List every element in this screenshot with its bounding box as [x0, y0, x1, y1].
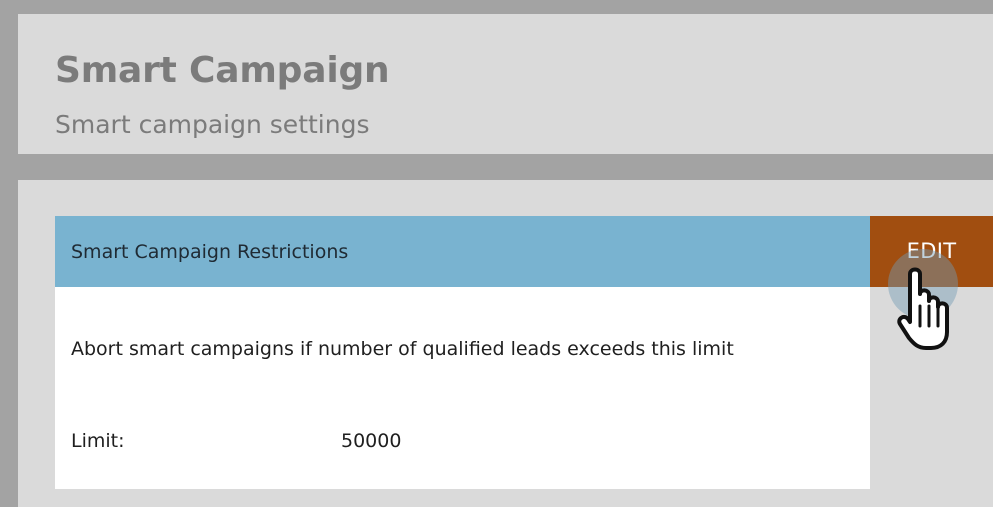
- hand-pointer-icon: [897, 267, 949, 350]
- restrictions-card: Smart Campaign Restrictions Abort smart …: [55, 216, 870, 489]
- restrictions-card-title: Smart Campaign Restrictions: [71, 241, 349, 263]
- page-subtitle: Smart campaign settings: [55, 110, 370, 139]
- page-header: Smart Campaign Smart campaign settings: [18, 14, 993, 154]
- limit-value: 50000: [341, 430, 402, 452]
- content-panel: Smart Campaign Restrictions Abort smart …: [18, 180, 993, 507]
- page-title: Smart Campaign: [55, 50, 390, 91]
- limit-label: Limit:: [71, 430, 125, 452]
- restrictions-card-header: Smart Campaign Restrictions: [55, 216, 870, 287]
- restrictions-description: Abort smart campaigns if number of quali…: [71, 338, 734, 360]
